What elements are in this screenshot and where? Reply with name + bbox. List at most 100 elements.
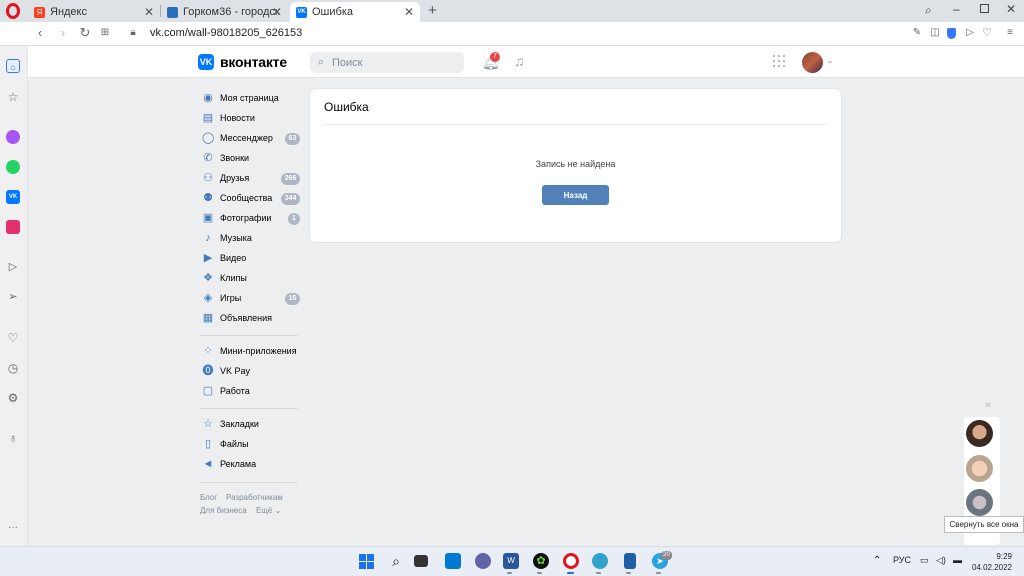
vk-icon[interactable]: VK [6,190,20,204]
task-view-icon[interactable] [414,555,428,567]
tab-search-icon[interactable]: ⌕ [925,3,932,18]
menu-item[interactable]: ◉ Моя страница [200,90,300,108]
url-field[interactable]: vk.com/wall-98018205_626153 [150,27,302,39]
menu-item[interactable]: ◈ Игры 15 [200,290,300,308]
star-icon[interactable]: ☆ [6,90,20,104]
vk-search-box[interactable]: ⌕ [310,52,464,73]
teams-chat-icon[interactable] [475,553,491,569]
menu-item[interactable]: ☆ Закладки [200,416,300,434]
tab-yandex[interactable]: Я Яндекс ✕ [28,2,160,22]
vk-logo-icon[interactable]: VK [198,54,214,70]
tab-close-icon[interactable]: ✕ [404,5,414,19]
back-button[interactable]: Назад [542,185,609,205]
menu-count-badge: 63 [285,133,300,145]
menu-item[interactable]: ⓿ VK Pay [200,363,300,381]
new-tab-button[interactable]: + [428,2,437,19]
reload-icon[interactable]: ↻ [78,26,92,40]
tab-error-active[interactable]: VK Ошибка ✕ [290,2,420,22]
footer-link-more[interactable]: Ещё ⌄ [256,506,281,515]
back-arrow-icon[interactable]: ‹ [33,26,47,40]
chat-favicon-icon [167,6,178,18]
tab-close-icon[interactable]: ✕ [272,5,282,19]
volume-icon[interactable]: ◁) [936,555,946,566]
player-icon[interactable]: ▷ [6,260,20,274]
menu-item[interactable]: ▤ Новости [200,110,300,128]
tab-close-icon[interactable]: ✕ [144,5,154,19]
menu-item[interactable]: ▯ Файлы [200,436,300,454]
opera-taskbar-icon[interactable] [563,553,579,569]
camera-icon[interactable]: ◫ [928,26,942,40]
tips-bulb-icon[interactable]: ♁ [6,431,20,445]
search-icon[interactable]: ⌕ [388,553,404,569]
language-indicator[interactable]: РУС [893,555,911,565]
home-icon[interactable]: ⌂ [6,59,20,73]
settings-sliders-icon[interactable]: ≡ [1003,26,1017,40]
running-indicator [567,572,574,574]
music-note-icon[interactable]: ♫ [514,53,525,69]
opera-menu-icon[interactable] [6,3,20,19]
heart-icon[interactable]: ♡ [980,26,994,40]
taskbar-clock[interactable]: 9:29 04.02.2022 [968,551,1012,573]
footer-link-business[interactable]: Для бизнеса [200,506,247,515]
history-clock-icon[interactable]: ◷ [6,361,20,375]
menu-item[interactable]: ◄ Реклама [200,456,300,474]
menu-item[interactable]: ⚇ Друзья 266 [200,170,300,188]
more-dots-icon[interactable]: ··· [6,521,20,535]
word-icon[interactable]: W [503,553,519,569]
instagram-icon[interactable] [6,220,20,234]
menu-item[interactable]: ✆ Звонки [200,150,300,168]
edit-icon[interactable]: ✎ [910,26,924,40]
running-indicator [507,572,512,574]
menu-item[interactable]: ◯ Мессенджер 63 [200,130,300,148]
vk-brand-name[interactable]: вконтакте [220,54,287,70]
music-icon: ♪ [205,232,211,244]
menu-item[interactable]: ❖ Клипы [200,270,300,288]
menu-item[interactable]: ⚉ Сообщества 344 [200,190,300,208]
chat-head-avatar[interactable] [966,455,993,482]
globe-app-icon[interactable] [592,553,608,569]
send-icon[interactable]: ➢ [6,290,20,304]
minimize-button[interactable]: – [953,2,960,16]
windows-start-icon[interactable] [359,554,374,569]
menu-item[interactable]: ▶ Видео [200,250,300,268]
tray-chevron-up-icon[interactable]: ⌃ [873,555,881,566]
vpn-shield-icon[interactable] [947,28,956,39]
notifications-count-badge: 7 [490,52,500,62]
settings-gear-icon[interactable]: ⚙ [6,391,20,405]
menu-item[interactable]: ▢ Работа [200,383,300,401]
vk-page: VK вконтакте ⌕ 🔔︎ 7 ♫ ⌄ ◉ Моя страница ▤ Но… [28,46,1024,546]
menu-item[interactable]: ♪ Музыка [200,230,300,248]
send-icon[interactable]: ▷ [963,26,977,40]
tab-gorkom36[interactable]: Горком36 - городской по ✕ [161,2,288,22]
app-icon[interactable]: ✿ [533,553,549,569]
maximize-button[interactable] [980,4,989,13]
widgets-icon[interactable] [445,553,461,569]
menu-item[interactable]: ⁘ Мини-приложения [200,343,300,361]
messenger-icon[interactable] [6,130,20,144]
network-icon[interactable]: ▭ [920,555,929,566]
speed-dial-icon[interactable]: ⊞ [98,26,112,40]
star-icon: ☆ [203,418,213,430]
chevron-down-icon[interactable]: ⌄ [827,56,834,65]
close-window-button[interactable]: ✕ [1006,2,1016,16]
apps-grid-icon[interactable] [773,55,785,67]
tab-label: Горком36 - городской по [183,6,279,18]
menu-item[interactable]: ▣ Фотографии 1 [200,210,300,228]
menu-item[interactable]: ▦ Объявления [200,310,300,328]
heart-icon[interactable]: ♡ [6,331,20,345]
battery-icon[interactable]: ▬ [953,555,962,565]
search-input[interactable] [332,55,452,70]
notepad-icon[interactable] [624,553,636,569]
footer-link-blog[interactable]: Блог [200,493,217,502]
collapse-chats-icon[interactable]: « [985,399,991,411]
menu-item-label: Моя страница [220,93,279,103]
games-icon: ◈ [203,292,213,304]
mini-apps-icon: ⁘ [203,345,213,357]
whatsapp-icon[interactable] [6,160,20,174]
chat-head-avatar[interactable] [966,489,993,516]
chat-head-avatar[interactable] [966,420,993,447]
user-avatar[interactable] [802,52,823,73]
video-icon: ▶ [203,252,213,264]
forward-arrow-icon[interactable]: › [56,26,70,40]
footer-link-developers[interactable]: Разработчикам [226,493,283,502]
